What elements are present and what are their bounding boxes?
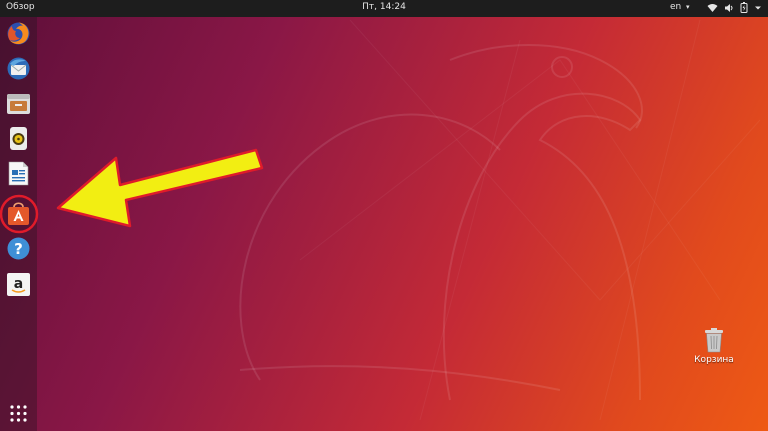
- trash-label: Корзина: [694, 355, 734, 365]
- arrow-pointer-icon: [56, 148, 264, 228]
- annotation-overlay: [0, 148, 264, 234]
- trash-desktop-icon[interactable]: Корзина: [678, 327, 750, 365]
- highlight-circle: [0, 194, 39, 234]
- trash-icon: [705, 328, 723, 353]
